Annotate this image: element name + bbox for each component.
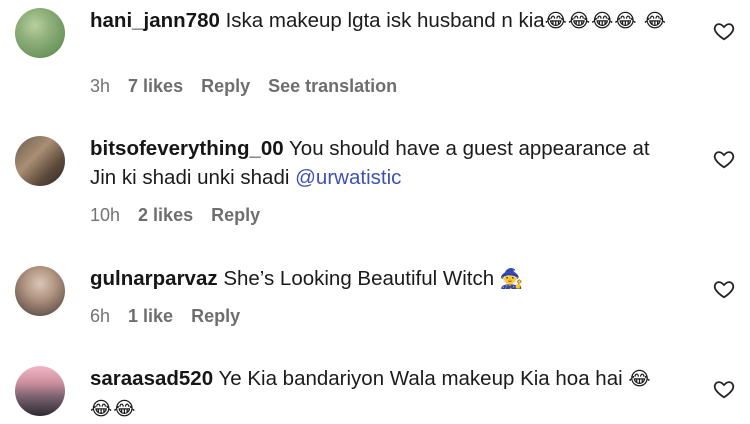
comment-time: 6h	[90, 306, 111, 326]
comment-meta: 10h 2 likes Reply	[90, 205, 260, 226]
avatar[interactable]	[15, 136, 65, 186]
reply-button[interactable]: Reply	[211, 205, 260, 226]
comment-likes[interactable]: 1 like	[128, 306, 173, 327]
see-translation-button[interactable]: See translation	[268, 76, 397, 97]
comment-text: gulnarparvaz She’s Looking Beautiful Wit…	[90, 264, 680, 294]
comment-text: saraasad520 Ye Kia bandariyon Wala makeu…	[90, 364, 680, 424]
comment-username[interactable]: gulnarparvaz	[90, 267, 218, 290]
avatar[interactable]	[15, 8, 65, 58]
comment-body: Iska makeup lgta isk husband n kia	[225, 9, 545, 32]
comment-meta: 6h 1 like Reply	[90, 306, 240, 327]
comment-body: She’s Looking Beautiful Witch	[223, 267, 495, 290]
comment-emoji: 😂😂😂😂 😂	[544, 11, 667, 32]
comment-text: hani_jann780 Iska makeup lgta isk husban…	[90, 6, 680, 36]
comment-body: Ye Kia bandariyon Wala makeup Kia hoa ha…	[218, 367, 623, 390]
comment-likes[interactable]: 2 likes	[138, 205, 193, 226]
heart-icon[interactable]	[713, 20, 735, 42]
heart-icon[interactable]	[713, 378, 735, 400]
mention-link[interactable]: @urwatistic	[295, 166, 401, 189]
comment-meta: 3h 7 likes Reply See translation	[90, 76, 397, 97]
comment-username[interactable]: bitsofeverything_00	[90, 137, 284, 160]
comment-time: 10h	[90, 205, 121, 225]
comment-list: hani_jann780 Iska makeup lgta isk husban…	[0, 0, 750, 422]
reply-button[interactable]: Reply	[201, 76, 250, 97]
avatar[interactable]	[15, 366, 65, 416]
avatar[interactable]	[15, 266, 65, 316]
heart-icon[interactable]	[713, 148, 735, 170]
comment-time: 3h	[90, 76, 111, 96]
comment-emoji: 🧙	[499, 269, 525, 290]
comment-likes[interactable]: 7 likes	[128, 76, 183, 97]
comment-username[interactable]: saraasad520	[90, 367, 213, 390]
reply-button[interactable]: Reply	[191, 306, 240, 327]
heart-icon[interactable]	[713, 278, 735, 300]
comment-text: bitsofeverything_00 You should have a gu…	[90, 134, 680, 192]
comment-username[interactable]: hani_jann780	[90, 9, 220, 32]
